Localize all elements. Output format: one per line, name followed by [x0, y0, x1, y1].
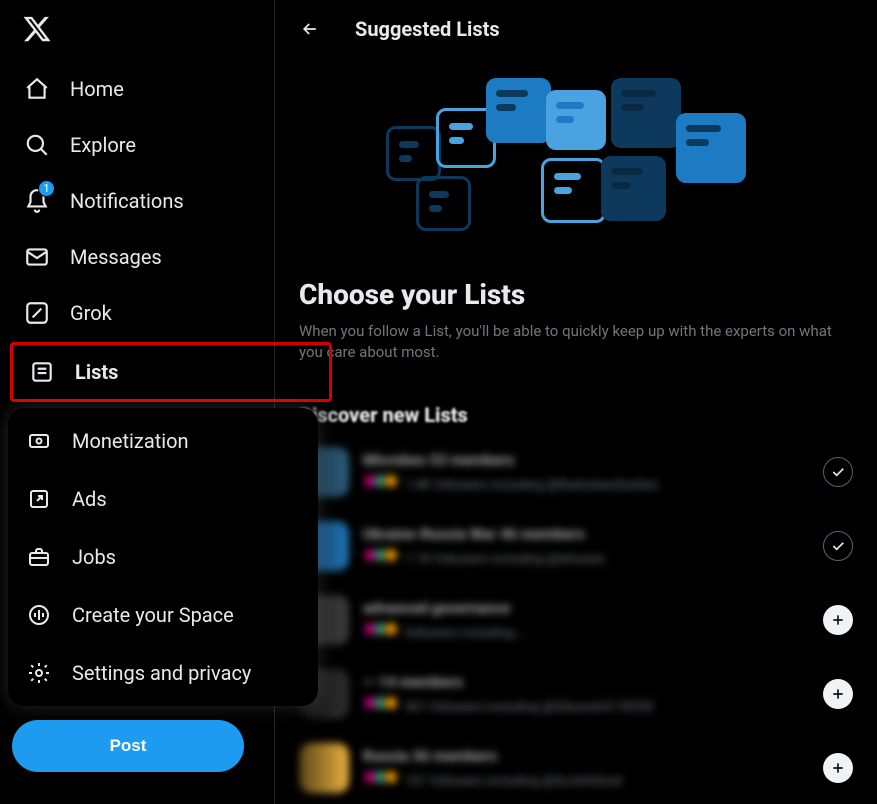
- envelope-icon: [24, 244, 50, 270]
- arrow-left-icon: [300, 19, 320, 39]
- nav-label: Home: [70, 77, 124, 101]
- grok-icon: [24, 300, 50, 326]
- nav-home[interactable]: Home: [8, 62, 274, 116]
- list-title: advanced governance: [363, 599, 809, 617]
- more-monetization[interactable]: Monetization: [8, 412, 318, 470]
- nav-grok[interactable]: Grok: [8, 286, 274, 340]
- plus-icon: [830, 612, 846, 628]
- choose-section: Choose your Lists When you follow a List…: [275, 278, 877, 387]
- list-content: Ukraine-Russia War 46 members 1.1K follow…: [363, 525, 809, 567]
- hero-illustration: [275, 58, 877, 278]
- lists-highlight: Lists: [10, 342, 332, 402]
- list-subtitle: 1.8K followers including @RadoslawSzafar…: [363, 473, 809, 493]
- search-icon: [24, 132, 50, 158]
- page-title: Suggested Lists: [355, 17, 500, 41]
- briefcase-icon: [26, 544, 52, 570]
- discover-heading: Discover new Lists: [299, 403, 853, 427]
- page-header: Suggested Lists: [275, 0, 877, 58]
- list-content: advanced governance followers including …: [363, 599, 809, 641]
- main-content: Suggested Lists Choose your Lists When y…: [275, 0, 877, 804]
- plus-icon: [830, 760, 846, 776]
- list-subtitle: followers including …: [363, 621, 809, 641]
- x-logo-icon: [22, 14, 52, 44]
- list-subtitle: 1.1K followers including @ethosen: [363, 547, 809, 567]
- nav-label: Notifications: [70, 189, 184, 213]
- discover-section: Discover new Lists Microbes 53 members 1.…: [275, 387, 877, 804]
- microphone-icon: [26, 602, 52, 628]
- list-icon: [29, 359, 55, 385]
- list-subtitle: 101 followers including @ScottASorel: [363, 769, 809, 789]
- nav-lists[interactable]: Lists: [13, 345, 271, 399]
- suggested-list-row[interactable]: advanced governance followers including …: [299, 583, 853, 657]
- more-label: Ads: [72, 487, 107, 511]
- gear-icon: [26, 660, 52, 686]
- followed-check-button[interactable]: [823, 531, 853, 561]
- nav-label: Grok: [70, 301, 112, 325]
- list-content: Russia 36 members 101 followers including…: [363, 747, 809, 789]
- more-label: Monetization: [72, 429, 189, 453]
- more-menu-popover: Monetization Ads Jobs: [8, 408, 318, 706]
- list-subtitle: 461 followers including @Gibson64178350: [363, 695, 809, 715]
- primary-nav: Home Explore 1 Notifications Message: [8, 62, 274, 706]
- suggested-list-row[interactable]: — 14 members 461 followers including @Gib…: [299, 657, 853, 731]
- back-button[interactable]: [293, 12, 327, 46]
- list-content: — 14 members 461 followers including @Gib…: [363, 673, 809, 715]
- suggested-list-row[interactable]: Russia 36 members 101 followers including…: [299, 731, 853, 804]
- nav-label: Messages: [70, 245, 162, 269]
- nav-label: Lists: [75, 360, 118, 384]
- more-settings[interactable]: Settings and privacy: [8, 644, 318, 702]
- more-label: Jobs: [72, 545, 116, 569]
- home-icon: [24, 76, 50, 102]
- list-title: Russia 36 members: [363, 747, 809, 765]
- list-title: Microbes 53 members: [363, 451, 809, 469]
- list-title: — 14 members: [363, 673, 809, 691]
- plus-icon: [830, 686, 846, 702]
- nav-explore[interactable]: Explore: [8, 118, 274, 172]
- money-icon: [26, 428, 52, 454]
- more-ads[interactable]: Ads: [8, 470, 318, 528]
- suggested-list-row[interactable]: Ukraine-Russia War 46 members 1.1K follow…: [299, 509, 853, 583]
- follow-plus-button[interactable]: [823, 679, 853, 709]
- follow-plus-button[interactable]: [823, 605, 853, 635]
- followed-check-button[interactable]: [823, 457, 853, 487]
- notification-badge: 1: [38, 180, 55, 197]
- more-label: Create your Space: [72, 603, 234, 627]
- choose-heading: Choose your Lists: [299, 278, 853, 311]
- more-jobs[interactable]: Jobs: [8, 528, 318, 586]
- list-avatar: [299, 743, 349, 793]
- post-button[interactable]: Post: [12, 720, 244, 772]
- nav-label: Explore: [70, 133, 136, 157]
- external-link-icon: [26, 486, 52, 512]
- sidebar: Home Explore 1 Notifications Message: [0, 0, 275, 804]
- suggested-list-row[interactable]: Microbes 53 members 1.8K followers includ…: [299, 435, 853, 509]
- more-label: Settings and privacy: [72, 661, 251, 685]
- list-content: Microbes 53 members 1.8K followers includ…: [363, 451, 809, 493]
- nav-notifications[interactable]: 1 Notifications: [8, 174, 274, 228]
- list-title: Ukraine-Russia War 46 members: [363, 525, 809, 543]
- app-logo[interactable]: [8, 4, 274, 62]
- nav-messages[interactable]: Messages: [8, 230, 274, 284]
- check-icon: [830, 538, 846, 554]
- follow-plus-button[interactable]: [823, 753, 853, 783]
- check-icon: [830, 464, 846, 480]
- choose-body: When you follow a List, you'll be able t…: [299, 321, 839, 363]
- more-create-space[interactable]: Create your Space: [8, 586, 318, 644]
